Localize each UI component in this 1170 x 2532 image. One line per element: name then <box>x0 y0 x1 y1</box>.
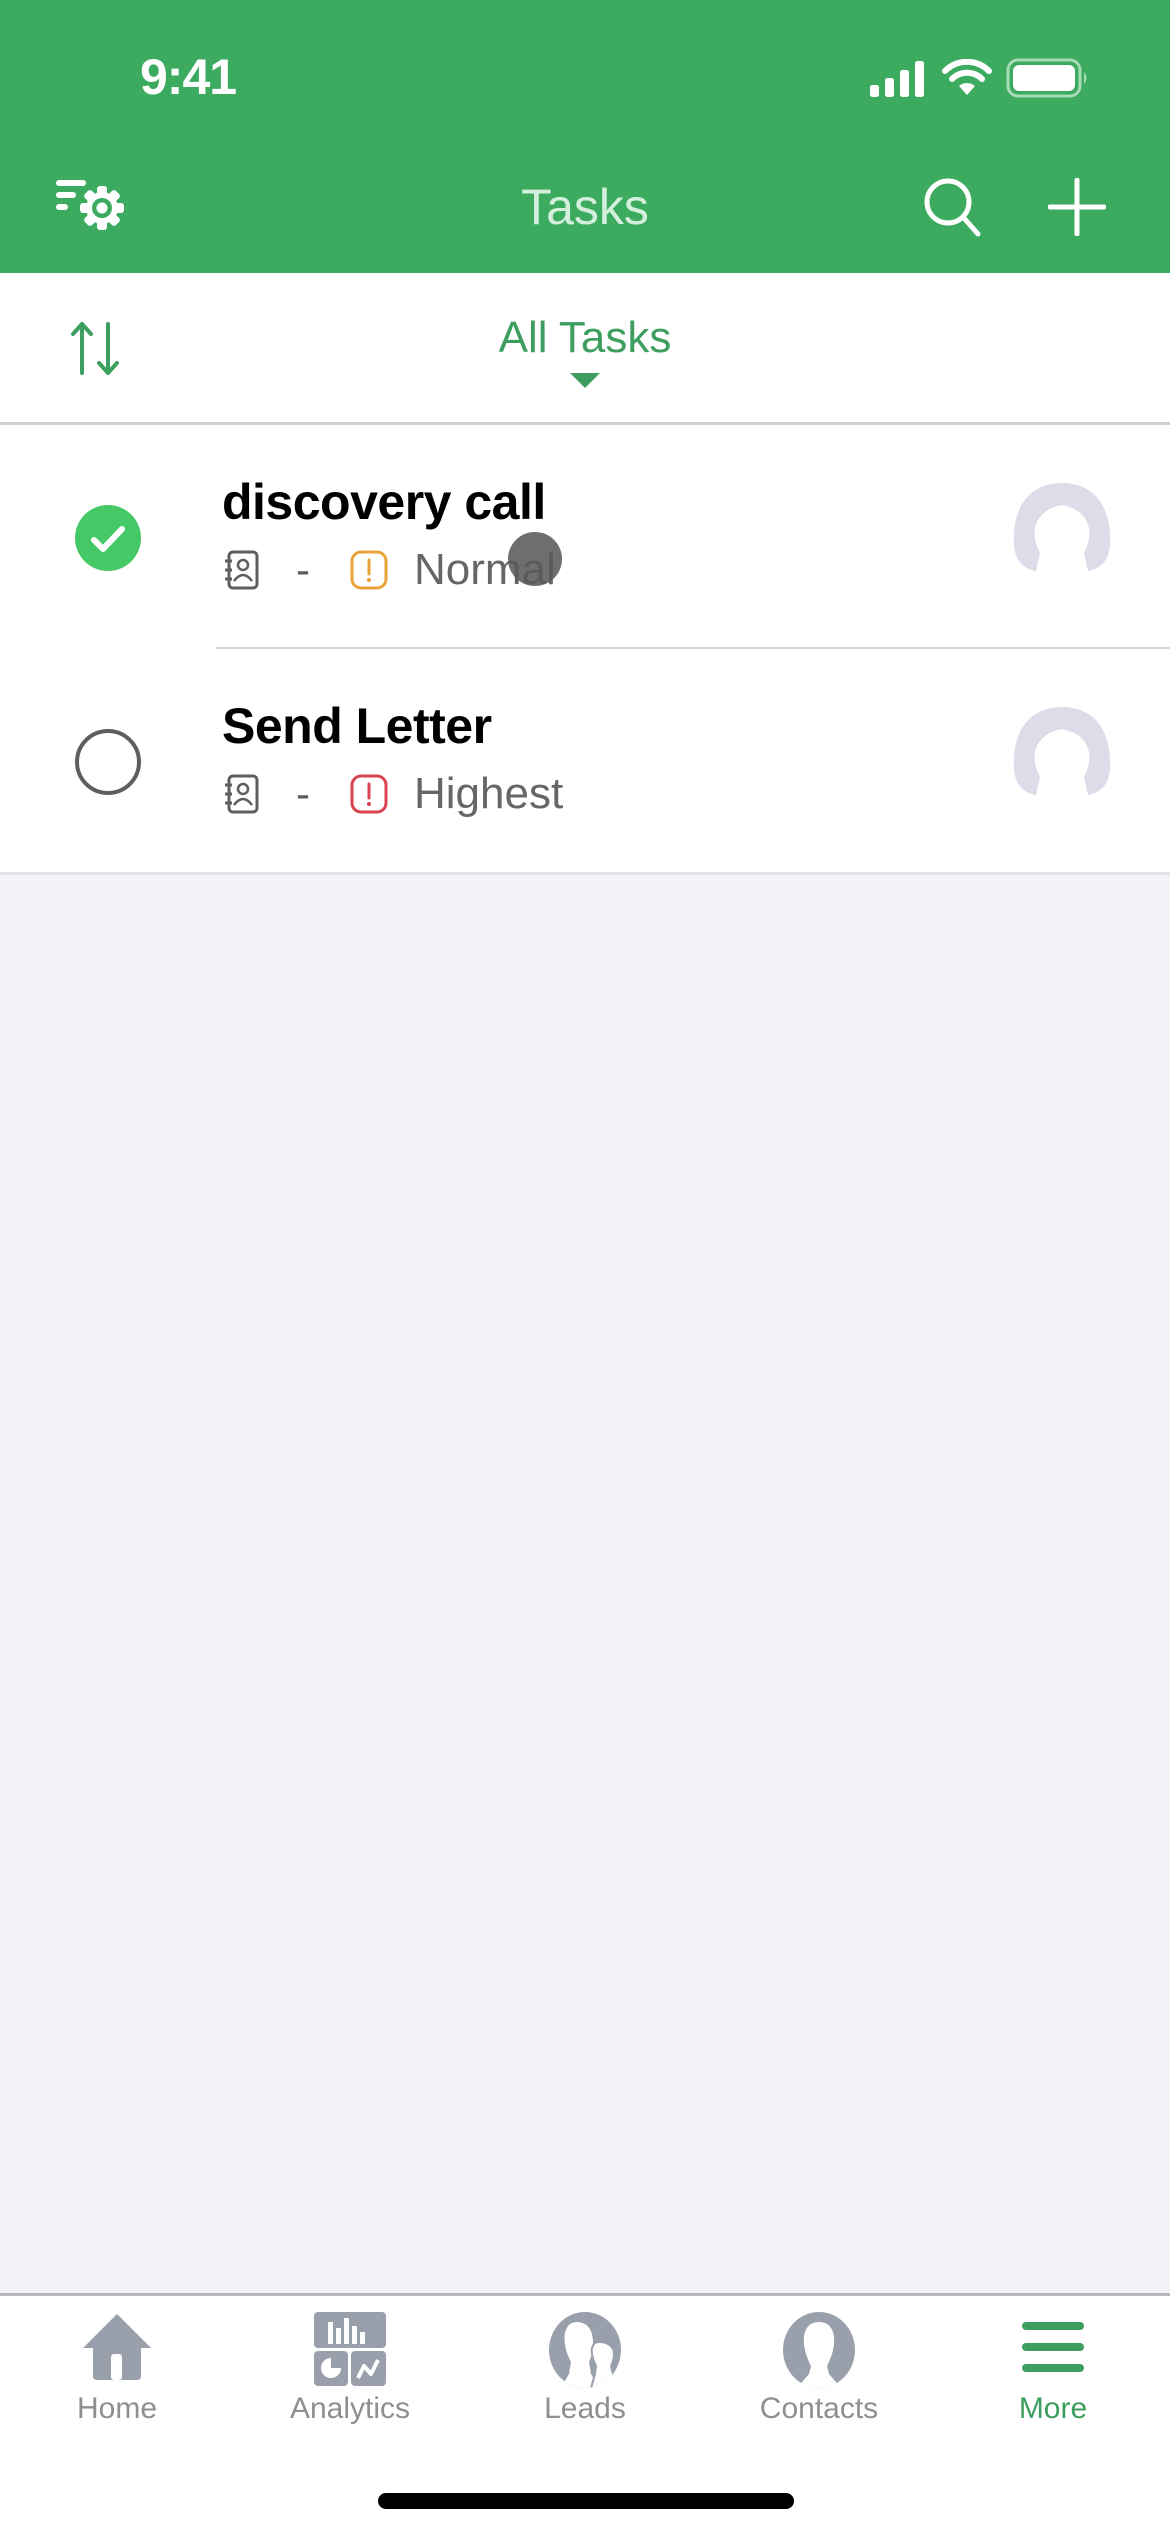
task-row[interactable]: Send Letter - Highest <box>0 649 1170 873</box>
task-contact: - <box>296 546 310 593</box>
priority-highest-icon <box>350 774 388 814</box>
task-title: discovery call <box>222 474 546 530</box>
task-complete-checkbox[interactable] <box>75 505 141 571</box>
tab-analytics[interactable]: Analytics <box>233 2296 467 2456</box>
tab-leads[interactable]: Leads <box>468 2296 702 2456</box>
tab-label: Leads <box>544 2392 626 2425</box>
status-icons <box>870 58 1090 98</box>
priority-normal-icon <box>350 550 388 590</box>
tab-more[interactable]: More <box>936 2296 1170 2456</box>
contact-book-icon <box>225 774 259 814</box>
checkmark-icon <box>91 526 125 552</box>
tab-label: Home <box>76 2392 158 2425</box>
analytics-icon <box>314 2312 386 2386</box>
cellular-signal-icon <box>870 61 924 97</box>
task-contact: - <box>296 770 310 817</box>
assignee-avatar[interactable] <box>1000 699 1124 823</box>
tab-contacts[interactable]: Contacts <box>702 2296 936 2456</box>
view-selector[interactable]: All Tasks <box>0 313 1170 363</box>
task-priority: Highest <box>414 769 564 818</box>
touch-indicator <box>508 532 562 586</box>
assignee-avatar[interactable] <box>1000 475 1124 599</box>
tab-label: More <box>1018 2392 1088 2425</box>
caret-down-icon[interactable] <box>570 373 600 388</box>
tab-label: Contacts <box>759 2392 879 2425</box>
leads-icon <box>549 2312 621 2388</box>
task-meta: - Normal <box>224 545 556 595</box>
task-meta: - Highest <box>224 769 563 819</box>
status-time: 9:41 <box>140 49 237 105</box>
tab-home[interactable]: Home <box>0 2296 234 2456</box>
search-icon[interactable] <box>922 176 986 240</box>
contacts-icon <box>783 2312 855 2388</box>
tab-label: Analytics <box>289 2392 411 2425</box>
task-title: Send Letter <box>222 698 492 754</box>
app-header: 9:41 Tasks <box>0 0 1170 273</box>
task-row[interactable]: discovery call - Normal <box>0 425 1170 649</box>
task-list: discovery call - Normal Send Letter - Hi… <box>0 425 1170 875</box>
filter-bar: All Tasks <box>0 273 1170 425</box>
task-complete-checkbox[interactable] <box>75 729 141 795</box>
battery-icon <box>1006 58 1087 98</box>
menu-icon <box>1022 2322 1084 2372</box>
home-indicator[interactable] <box>378 2493 794 2509</box>
wifi-icon <box>942 59 992 95</box>
home-icon <box>83 2314 151 2380</box>
add-icon[interactable] <box>1048 178 1106 236</box>
page-title: Tasks <box>521 179 649 235</box>
contact-book-icon <box>225 550 259 590</box>
